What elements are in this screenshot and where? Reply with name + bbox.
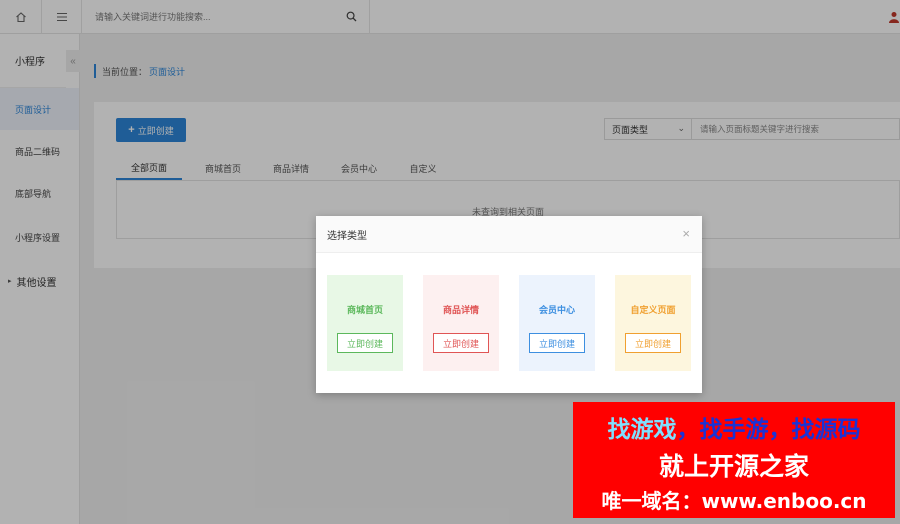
watermark-line-3: 唯一域名：www.enboo.cn [601, 489, 867, 513]
watermark-line-2: 就上开源之家 [658, 452, 809, 481]
select-type-modal: 选择类型 × 商城首页 立即创建 商品详情 立即创建 会员中心 立即创建 自定义… [316, 216, 702, 393]
create-custom-page-button[interactable]: 立即创建 [625, 333, 681, 353]
type-card-mall-home: 商城首页 立即创建 [327, 275, 403, 371]
watermark-banner: 找游戏，找手游，找源码 就上开源之家 唯一域名：www.enboo.cn [573, 402, 895, 518]
type-card-title: 商城首页 [346, 305, 383, 315]
create-mall-home-button[interactable]: 立即创建 [337, 333, 393, 353]
create-product-detail-button[interactable]: 立即创建 [433, 333, 489, 353]
type-card-title: 自定义页面 [630, 305, 676, 315]
watermark-line-1b: ，找手游，找源码 [676, 417, 861, 443]
close-icon[interactable]: × [682, 227, 690, 240]
type-card-title: 商品详情 [442, 305, 479, 315]
watermark-line-1: 找游戏，找手游，找源码 [573, 410, 895, 444]
watermark-line-1a: 找游戏 [607, 417, 677, 443]
create-member-center-button[interactable]: 立即创建 [529, 333, 585, 353]
type-card-member-center: 会员中心 立即创建 [519, 275, 595, 371]
type-card-title: 会员中心 [538, 305, 575, 315]
modal-title: 选择类型 [327, 230, 367, 242]
type-card-product-detail: 商品详情 立即创建 [423, 275, 499, 371]
type-card-custom-page: 自定义页面 立即创建 [615, 275, 691, 371]
type-cards: 商城首页 立即创建 商品详情 立即创建 会员中心 立即创建 自定义页面 立即创建 [316, 253, 702, 393]
modal-header: 选择类型 [316, 216, 702, 253]
